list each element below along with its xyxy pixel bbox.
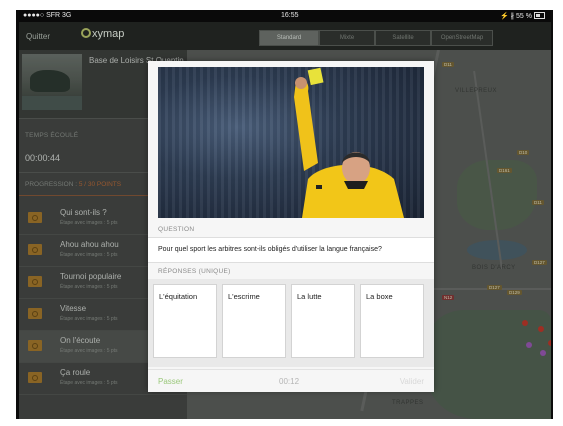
quiz-modal: QUESTION Pour quel sport les arbitres so… (148, 61, 434, 392)
map-mode-mixte[interactable]: Mixte (319, 30, 375, 46)
quiz-footer: Passer 00:12 Valider (148, 369, 434, 392)
map-mode-openstreetmap[interactable]: OpenStreetMap (431, 30, 493, 46)
referee-figure-icon (294, 67, 404, 218)
quit-button[interactable]: Quitter (26, 32, 50, 41)
question-countdown: 00:12 (279, 377, 300, 386)
ipad-frame: ●●●●○ SFR 3G 16:55 ⚡ ∦ 55 % Quitter xyma… (16, 10, 553, 419)
nav-bar: Quitter xymap Standard Mixte Satellite O… (19, 22, 551, 50)
validate-button[interactable]: Valider (400, 377, 424, 386)
skip-button[interactable]: Passer (158, 377, 183, 386)
app-logo: xymap (81, 28, 124, 40)
answers-label: RÉPONSES (UNIQUE) (158, 268, 231, 275)
answer-text: L'escrime (228, 292, 260, 301)
status-time: 16:55 (281, 12, 299, 19)
status-bar: ●●●●○ SFR 3G 16:55 ⚡ ∦ 55 % (19, 10, 551, 22)
answer-option[interactable]: La lutte (291, 284, 355, 358)
answer-option[interactable]: La boxe (360, 284, 424, 358)
question-label: QUESTION (158, 226, 195, 233)
carrier-signal: ●●●●○ SFR 3G (23, 12, 72, 19)
referee-photo (158, 67, 424, 218)
answer-option[interactable]: L'escrime (222, 284, 286, 358)
logo-text: xymap (92, 28, 125, 40)
answer-text: L'équitation (159, 292, 198, 301)
logo-o-icon (81, 28, 91, 38)
map-mode-segmented-control: Standard Mixte Satellite OpenStreetMap (259, 30, 493, 46)
map-mode-standard[interactable]: Standard (259, 30, 319, 46)
answers-grid: L'équitation L'escrime La lutte La boxe (148, 279, 434, 367)
question-text: Pour quel sport les arbitres sont-ils ob… (158, 246, 382, 253)
battery-icon (534, 12, 545, 19)
battery-status: ⚡ ∦ 55 % (500, 12, 545, 20)
map-mode-satellite[interactable]: Satellite (375, 30, 431, 46)
question-box: Pour quel sport les arbitres sont-ils ob… (148, 237, 434, 263)
answer-text: La lutte (297, 292, 322, 301)
app-screen: ●●●●○ SFR 3G 16:55 ⚡ ∦ 55 % Quitter xyma… (19, 10, 551, 419)
answer-text: La boxe (366, 292, 393, 301)
battery-percent: ⚡ ∦ 55 % (499, 13, 532, 20)
answer-option[interactable]: L'équitation (153, 284, 217, 358)
